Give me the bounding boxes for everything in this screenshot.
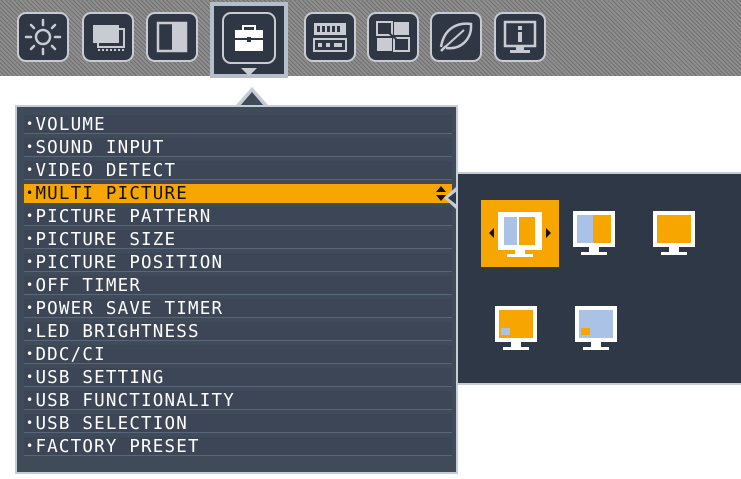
menu-item-label: DDC/CI [35,345,106,365]
menu-item-factory-preset[interactable]: •FACTORY PRESET [24,437,452,457]
multi-picture-split-option[interactable] [571,209,617,259]
menu-item-picture-position[interactable]: •PICTURE POSITION [24,253,452,273]
bullet: • [26,255,35,269]
multi-picture-pip-left-option[interactable] [493,304,539,356]
menu-item-picture-pattern[interactable]: •PICTURE PATTERN [24,207,452,227]
menu-item-led-brightness[interactable]: •LED BRIGHTNESS [24,322,452,342]
menu-item-label: VIDEO DETECT [35,161,177,181]
multi-picture-single-option[interactable] [651,209,697,259]
menu-item-label: FACTORY PRESET [35,437,200,457]
pip-blue-monitor-icon [575,306,617,350]
menu-item-ddc-ci[interactable]: •DDC/CI [24,345,452,365]
menu-item-label: VOLUME [35,115,106,135]
brightness-icon [24,18,62,56]
leaf-icon [439,22,473,52]
menu-item-label: OFF TIMER [35,276,142,296]
menu-tab-bar [0,0,741,78]
menu-item-label: USB SELECTION [35,414,189,434]
color-icon [156,21,188,53]
bullet: • [26,232,35,246]
pip-orange-monitor-icon [495,306,537,350]
bullet: • [26,140,35,154]
multi-picture-side-by-side-option[interactable] [481,200,559,267]
bullet: • [26,439,35,453]
menu-item-usb-setting[interactable]: •USB SETTING [24,368,452,388]
bullet: • [26,416,35,430]
tools-menu: •VOLUME •SOUND INPUT •VIDEO DETECT •MULT… [15,105,458,474]
menu-item-label: USB FUNCTIONALITY [35,391,235,411]
menu-tools-tab[interactable] [304,12,356,62]
menu-item-usb-functionality[interactable]: •USB FUNCTIONALITY [24,391,452,411]
menu-item-label: LED BRIGHTNESS [35,322,200,342]
eco-icon [376,21,410,52]
menu-item-label: USB SETTING [35,368,165,388]
menu-item-off-timer[interactable]: •OFF TIMER [24,276,452,296]
menu-item-video-detect[interactable]: •VIDEO DETECT [24,161,452,181]
color-tab[interactable] [146,12,198,62]
bullet: • [26,163,35,177]
multi-picture-submenu [456,172,741,385]
menu-pointer-fill [240,92,264,106]
bullet: • [26,186,35,200]
tab-pointer-icon [241,68,257,76]
picture-adjust-icon [93,25,125,51]
bullet: • [26,324,35,338]
single-monitor-icon [653,211,695,255]
bullet: • [26,347,35,361]
toolbox-icon [235,25,263,51]
menu-item-sound-input[interactable]: •SOUND INPUT [24,138,452,158]
menu-item-usb-selection[interactable]: •USB SELECTION [24,414,452,434]
picture-adjust-tab[interactable] [82,12,134,62]
side-by-side-monitor-icon [489,212,551,257]
tools-menu-list: •VOLUME •SOUND INPUT •VIDEO DETECT •MULT… [24,115,452,460]
menu-item-label: PICTURE PATTERN [35,207,212,227]
split-monitor-icon [573,211,615,255]
bullet: • [26,209,35,223]
menu-item-label: POWER SAVE TIMER [35,299,224,319]
menu-item-multi-picture[interactable]: •MULTI PICTURE [24,184,452,204]
information-icon [503,20,537,53]
bullet: • [26,393,35,407]
menu-item-label: PICTURE SIZE [35,230,177,250]
multi-picture-pip-right-option[interactable] [573,304,619,356]
information-tab[interactable] [494,12,546,62]
menu-tools-icon [313,23,347,52]
leaf-tab[interactable] [430,12,482,62]
menu-item-volume[interactable]: •VOLUME [24,115,452,135]
bullet: • [26,301,35,315]
menu-item-picture-size[interactable]: •PICTURE SIZE [24,230,452,250]
tools-tab[interactable] [210,2,288,78]
bullet: • [26,370,35,384]
brightness-tab[interactable] [17,12,69,62]
bullet: • [26,117,35,131]
menu-item-label: PICTURE POSITION [35,253,224,273]
eco-tab[interactable] [367,12,419,62]
menu-item-label: MULTI PICTURE [35,184,189,204]
menu-item-label: SOUND INPUT [35,138,165,158]
bullet: • [26,278,35,292]
menu-item-power-save-timer[interactable]: •POWER SAVE TIMER [24,299,452,319]
